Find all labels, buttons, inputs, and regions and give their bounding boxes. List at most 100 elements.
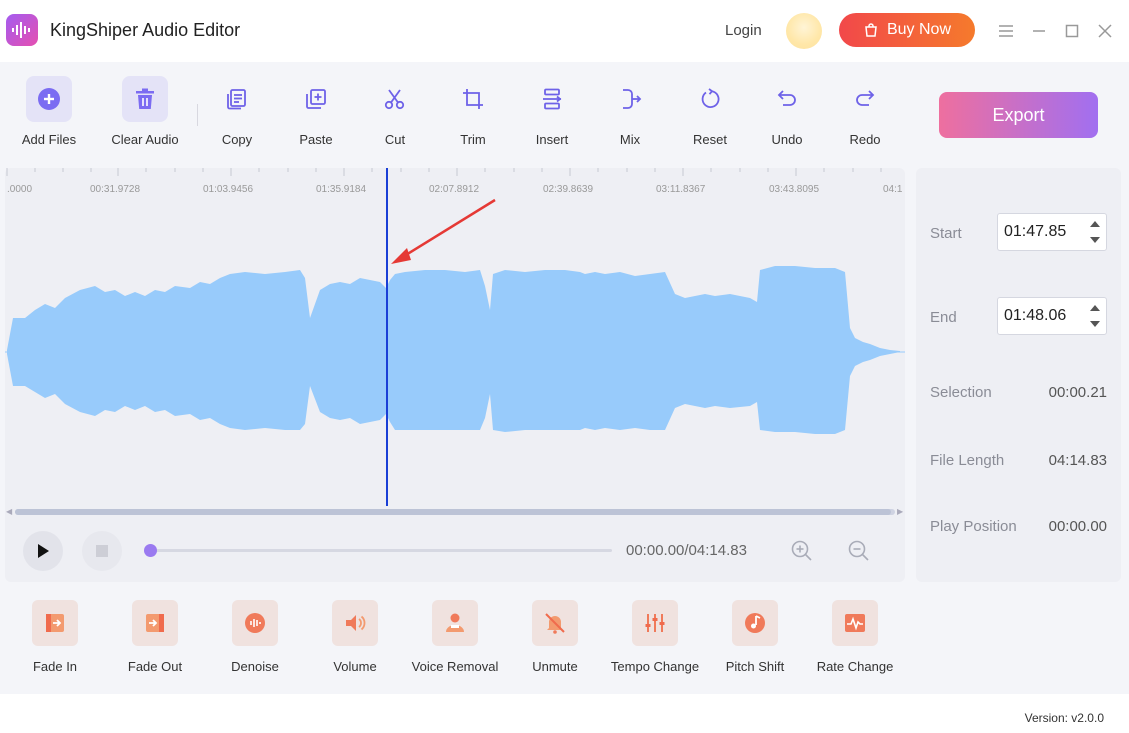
copy-label: Copy (221, 132, 253, 147)
redo-button[interactable]: Redo (825, 76, 905, 147)
waveform-canvas[interactable] (5, 198, 905, 508)
zoom-in-icon[interactable] (790, 539, 814, 563)
stop-button[interactable] (82, 531, 122, 571)
trim-button[interactable]: Trim (433, 76, 513, 147)
volume-button[interactable]: Volume (305, 600, 405, 674)
avatar[interactable] (786, 13, 822, 49)
zoom-out-icon[interactable] (847, 539, 871, 563)
crop-icon (450, 76, 496, 122)
fade-out-button[interactable]: Fade Out (105, 600, 205, 674)
play-position-value: 00:00.00 (1048, 518, 1107, 535)
play-icon (38, 544, 49, 558)
insert-label: Insert (535, 132, 569, 147)
unmute-label: Unmute (532, 659, 578, 674)
title-bar: KingShiper Audio Editor Login Buy Now (0, 0, 1129, 62)
start-time-spinbox[interactable] (997, 213, 1107, 251)
copy-icon (214, 76, 260, 122)
login-link[interactable]: Login (725, 22, 762, 39)
stop-icon (96, 545, 108, 557)
cut-button[interactable]: Cut (355, 76, 435, 147)
end-time-spinbox[interactable] (997, 297, 1107, 335)
minimize-icon[interactable] (1028, 20, 1050, 42)
horizontal-scrollbar[interactable] (15, 509, 895, 515)
paste-button[interactable]: Paste (276, 76, 356, 147)
clear-audio-button[interactable]: Clear Audio (105, 76, 185, 147)
start-increment-icon[interactable] (1088, 217, 1102, 231)
start-time-input[interactable] (998, 214, 1086, 250)
undo-icon (764, 76, 810, 122)
unmute-button[interactable]: Unmute (505, 600, 605, 674)
voice-removal-label: Voice Removal (411, 659, 499, 674)
clear-audio-label: Clear Audio (111, 132, 179, 147)
close-icon[interactable] (1094, 20, 1116, 42)
version-label: Version: v2.0.0 (1024, 711, 1104, 725)
denoise-button[interactable]: Denoise (205, 600, 305, 674)
add-files-label: Add Files (21, 132, 77, 147)
fade-in-button[interactable]: Fade In (5, 600, 105, 674)
start-label: Start (930, 225, 962, 242)
pitch-shift-button[interactable]: Pitch Shift (705, 600, 805, 674)
ruler-label: .0000 (7, 184, 33, 195)
scroll-left-icon[interactable]: ◀ (6, 507, 12, 516)
voice-removal-button[interactable]: Voice Removal (405, 600, 505, 674)
fade-out-icon (132, 600, 178, 646)
fade-in-icon (32, 600, 78, 646)
ruler-label: 01:03.9456 (203, 184, 254, 195)
insert-button[interactable]: Insert (512, 76, 592, 147)
end-label: End (930, 309, 957, 326)
paste-icon (293, 76, 339, 122)
end-increment-icon[interactable] (1088, 301, 1102, 315)
undo-label: Undo (771, 132, 803, 147)
ruler-label: 04:1 (883, 184, 903, 195)
scrollbar-thumb[interactable] (15, 509, 891, 515)
shopping-bag-icon (865, 23, 877, 37)
fade-out-label: Fade Out (127, 659, 183, 674)
selection-label: Selection (930, 384, 992, 401)
reset-button[interactable]: Reset (670, 76, 750, 147)
app-title: KingShiper Audio Editor (50, 20, 241, 40)
playhead[interactable] (386, 168, 388, 506)
trim-label: Trim (460, 132, 486, 147)
time-readout: 00:00.00/04:14.83 (626, 542, 747, 559)
progress-knob[interactable] (144, 544, 157, 557)
cut-label: Cut (384, 132, 406, 147)
redo-label: Redo (849, 132, 881, 147)
ruler-label: 02:39.8639 (543, 184, 594, 195)
waveform-panel: .0000 00:31.9728 01:03.9456 01:35.9184 0… (5, 168, 905, 582)
ruler-label: 01:35.9184 (316, 184, 367, 195)
end-time-input[interactable] (998, 298, 1086, 334)
menu-icon[interactable] (995, 20, 1017, 42)
mix-button[interactable]: Mix (590, 76, 670, 147)
end-decrement-icon[interactable] (1088, 317, 1102, 331)
start-decrement-icon[interactable] (1088, 233, 1102, 247)
ruler-label: 00:31.9728 (90, 184, 141, 195)
file-length-label: File Length (930, 452, 1005, 469)
play-position-label: Play Position (930, 518, 1017, 535)
playback-progress-slider[interactable] (144, 544, 612, 557)
time-ruler[interactable]: .0000 00:31.9728 01:03.9456 01:35.9184 0… (5, 168, 905, 198)
export-button[interactable]: Export (939, 92, 1098, 138)
selection-value: 00:00.21 (1048, 384, 1107, 401)
effects-toolbar: Fade In Fade Out Denoise Volume Voice Re… (0, 588, 1129, 688)
maximize-icon[interactable] (1061, 20, 1083, 42)
volume-label: Volume (333, 659, 377, 674)
mute-bell-icon (532, 600, 578, 646)
ruler-label: 02:07.8912 (429, 184, 480, 195)
buy-now-label: Buy Now (886, 21, 952, 38)
scroll-right-icon[interactable]: ▶ (897, 507, 903, 516)
paste-label: Paste (299, 132, 333, 147)
play-button[interactable] (23, 531, 63, 571)
ruler-ticks (6, 168, 882, 176)
add-files-button[interactable]: Add Files (9, 76, 89, 147)
insert-icon (529, 76, 575, 122)
scissors-icon (372, 76, 418, 122)
rate-change-button[interactable]: Rate Change (805, 600, 905, 674)
fade-in-label: Fade In (32, 659, 78, 674)
buy-now-button[interactable]: Buy Now (839, 13, 975, 47)
undo-button[interactable]: Undo (747, 76, 827, 147)
mix-icon (607, 76, 653, 122)
copy-button[interactable]: Copy (197, 76, 277, 147)
trash-icon (122, 76, 168, 122)
selection-info-panel: Start End Selection 00:00.21 File Length… (916, 168, 1121, 582)
tempo-change-button[interactable]: Tempo Change (605, 600, 705, 674)
